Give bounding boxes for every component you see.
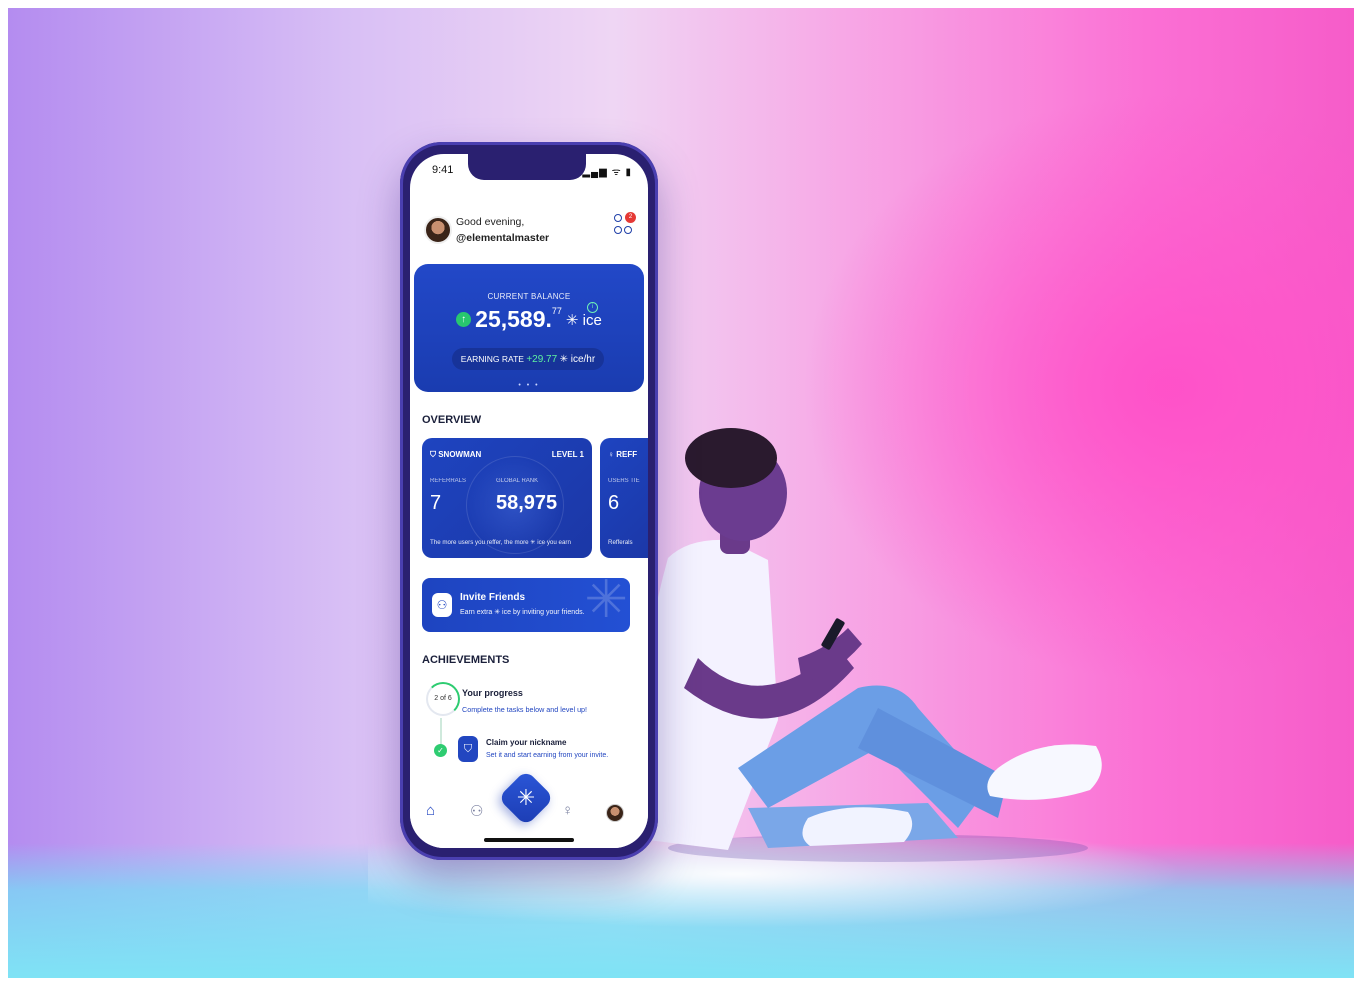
check-icon: ✓ bbox=[434, 744, 447, 757]
balance-label: CURRENT BALANCE bbox=[487, 292, 571, 301]
overview-title: OVERVIEW bbox=[422, 414, 482, 426]
global-rank-label: GLOBAL RANK bbox=[496, 478, 539, 484]
referrals-card-note: Refferals bbox=[608, 539, 633, 546]
bottom-tab-bar: ⌂ ⚇ ✳ ♀ bbox=[410, 769, 648, 848]
progress-title: Your progress bbox=[462, 688, 523, 698]
referrals-label: REFERRALS bbox=[430, 478, 467, 484]
balance-value: 25,589. bbox=[475, 306, 552, 332]
balance-unit: ✳ ice bbox=[565, 311, 602, 329]
greeting-text: Good evening, bbox=[456, 216, 525, 228]
info-icon[interactable]: i bbox=[587, 302, 598, 313]
task-connector bbox=[440, 718, 442, 744]
arrow-up-icon: ↑ bbox=[456, 312, 472, 327]
invite-title: Invite Friends bbox=[460, 592, 526, 603]
task-title[interactable]: Claim your nickname bbox=[486, 738, 566, 747]
snowman-title: ⛉ SNOWMAN bbox=[430, 450, 482, 459]
hero-scene: 9:41 ▂▄▆ ᯤ ▮ Good evening, @elementalmas… bbox=[8, 8, 1354, 978]
progress-subtitle: Complete the tasks below and level up! bbox=[462, 705, 588, 714]
referrals-value: 7 bbox=[430, 492, 442, 514]
phone-notch bbox=[468, 154, 586, 180]
notifications-icon[interactable]: 2 bbox=[614, 212, 636, 238]
balance-decimals: 77 bbox=[551, 306, 562, 316]
phone-screen: 9:41 ▂▄▆ ᯤ ▮ Good evening, @elementalmas… bbox=[410, 154, 648, 848]
lightbulb-icon[interactable]: ♀ bbox=[562, 802, 573, 819]
status-icons: ▂▄▆ ᯤ ▮ bbox=[582, 167, 632, 178]
task-subtitle: Set it and start earning from your invit… bbox=[486, 752, 609, 759]
phone-mockup: 9:41 ▂▄▆ ᯤ ▮ Good evening, @elementalmas… bbox=[400, 142, 658, 860]
referrals-card-title: ♀ REFF bbox=[608, 450, 638, 459]
earning-rate-value: +29.77 bbox=[526, 354, 558, 365]
invite-friends-banner[interactable]: ⚇ Invite Friends Earn extra ✳ ice by inv… bbox=[422, 578, 630, 632]
users-tier-value: 6 bbox=[608, 492, 620, 514]
status-time: 9:41 bbox=[432, 164, 454, 176]
person-illustration bbox=[641, 428, 1102, 862]
snowman-card[interactable]: ⛉ SNOWMAN LEVEL 1 REFERRALS GLOBAL RANK … bbox=[422, 438, 592, 558]
mining-button[interactable]: ✳ bbox=[497, 769, 555, 827]
level-label: LEVEL 1 bbox=[551, 450, 584, 459]
invite-icon: ⚇ bbox=[432, 593, 452, 617]
earning-rate-label: EARNING RATE bbox=[460, 354, 524, 364]
notification-badge: 2 bbox=[625, 212, 636, 223]
avatar[interactable] bbox=[424, 216, 452, 244]
progress-ring: 2 of 6 bbox=[426, 682, 460, 716]
home-icon[interactable]: ⌂ bbox=[426, 802, 435, 819]
users-tier-label: USERS TIE bbox=[608, 478, 640, 484]
balance-row: ↑ 25,589.77✳ ice bbox=[414, 306, 644, 333]
invite-subtitle: Earn extra ✳ ice by inviting your friend… bbox=[460, 609, 585, 616]
global-rank-value: 58,975 bbox=[496, 492, 558, 514]
team-icon[interactable]: ⚇ bbox=[470, 802, 483, 820]
shield-icon: ⛉ bbox=[458, 736, 478, 762]
home-indicator bbox=[484, 838, 574, 842]
snowflake-decoration-icon: ✳ bbox=[584, 578, 628, 629]
earning-rate-unit: ✳ ice/hr bbox=[559, 354, 596, 365]
username: @elementalmaster bbox=[456, 232, 550, 244]
referrals-card[interactable]: ♀ REFF USERS TIE 6 Refferals bbox=[600, 438, 648, 558]
snowman-note: The more users you reffer, the more ✳ ic… bbox=[430, 539, 571, 546]
greeting-header: Good evening, @elementalmaster 2 bbox=[424, 212, 636, 250]
carousel-dots[interactable]: • • • bbox=[410, 382, 648, 389]
balance-card[interactable]: CURRENT BALANCE ↑ 25,589.77✳ ice i EARNIN… bbox=[414, 264, 644, 392]
achievements-title: ACHIEVEMENTS bbox=[422, 654, 510, 666]
earning-rate-pill: EARNING RATE +29.77 ✳ ice/hr bbox=[452, 348, 604, 370]
profile-avatar-tab[interactable] bbox=[606, 804, 624, 822]
snowflake-icon: ✳ bbox=[516, 785, 536, 810]
